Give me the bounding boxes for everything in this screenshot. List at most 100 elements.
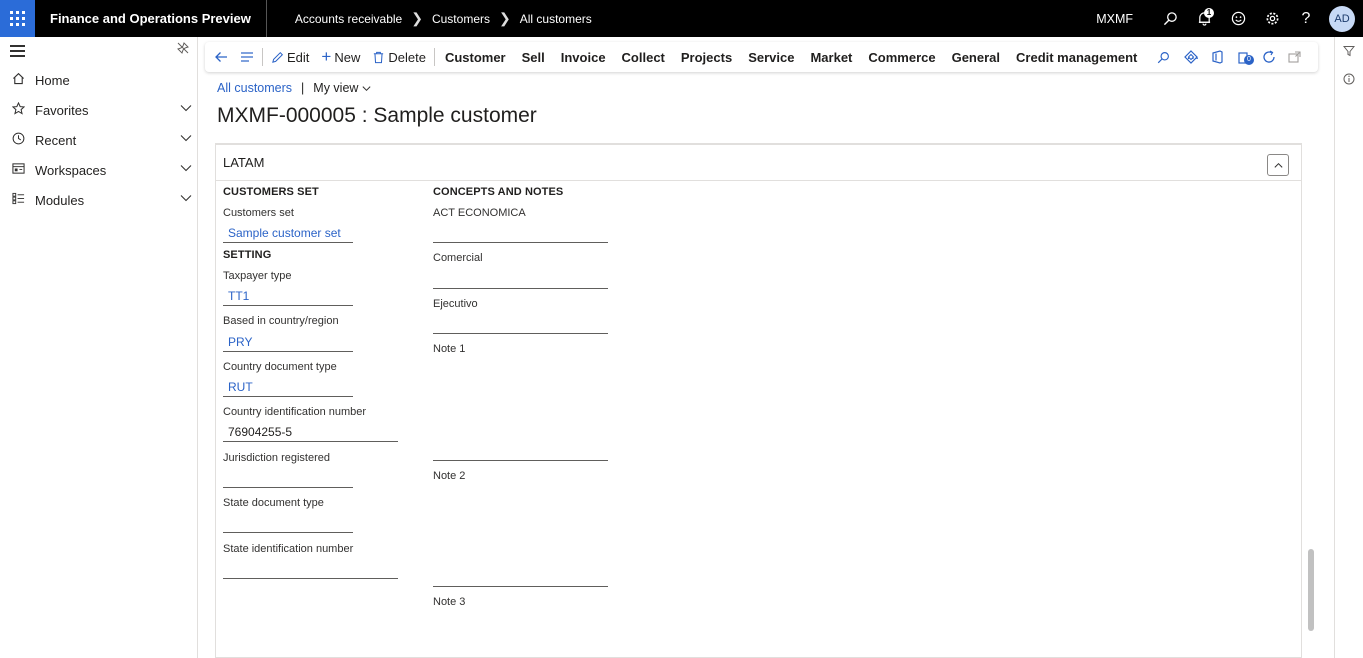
customers-set-label: Customers set bbox=[223, 207, 294, 219]
hamburger-menu-icon[interactable] bbox=[10, 45, 25, 60]
customers-set-field[interactable]: Sample customer set bbox=[223, 224, 353, 243]
tab-projects[interactable]: Projects bbox=[673, 42, 740, 72]
act-economica-field[interactable] bbox=[433, 242, 608, 243]
filter-icon[interactable] bbox=[1335, 37, 1363, 65]
breadcrumb-separator: | bbox=[301, 81, 305, 95]
edit-button[interactable]: Edit bbox=[265, 42, 315, 72]
country-identification-number-field[interactable]: 76904255-5 bbox=[223, 423, 398, 442]
right-rail bbox=[1334, 37, 1363, 658]
nav-favorites[interactable]: Favorites bbox=[0, 95, 197, 125]
refresh-icon[interactable] bbox=[1256, 50, 1282, 64]
note-1-field[interactable] bbox=[433, 460, 608, 461]
nav-label: Home bbox=[35, 72, 70, 88]
jurisdiction-registered-field[interactable] bbox=[223, 487, 353, 488]
chevron-down-icon bbox=[362, 85, 371, 91]
nav-modules[interactable]: Modules bbox=[0, 185, 197, 215]
tab-commerce[interactable]: Commerce bbox=[860, 42, 943, 72]
smiley-icon[interactable] bbox=[1221, 0, 1255, 37]
app-title[interactable]: Finance and Operations Preview bbox=[35, 0, 267, 37]
note-1-label: Note 1 bbox=[433, 343, 466, 355]
tab-customer[interactable]: Customer bbox=[437, 42, 514, 72]
ejecutivo-field[interactable] bbox=[433, 333, 608, 334]
tab-invoice[interactable]: Invoice bbox=[553, 42, 614, 72]
open-new-window-icon[interactable] bbox=[1282, 50, 1308, 64]
state-document-type-label: State document type bbox=[223, 497, 324, 509]
country-document-type-label: Country document type bbox=[223, 361, 337, 373]
avatar[interactable]: AD bbox=[1329, 5, 1355, 32]
tab-collect[interactable]: Collect bbox=[614, 42, 673, 72]
home-icon bbox=[11, 72, 25, 88]
breadcrumb: Accounts receivable ❯ Customers ❯ All cu… bbox=[295, 10, 592, 27]
unpin-icon[interactable] bbox=[177, 42, 189, 57]
taxpayer-type-field[interactable]: TT1 bbox=[223, 287, 353, 306]
chevron-right-icon: ❯ bbox=[411, 10, 423, 26]
new-button[interactable]: + New bbox=[315, 42, 366, 72]
office-icon[interactable] bbox=[1204, 50, 1230, 64]
back-button[interactable] bbox=[205, 42, 234, 72]
nav-label: Favorites bbox=[35, 102, 89, 118]
nav-recent[interactable]: Recent bbox=[0, 125, 197, 155]
breadcrumb-all-customers[interactable]: All customers bbox=[520, 12, 592, 26]
ejecutivo-label: Ejecutivo bbox=[433, 298, 478, 310]
state-document-type-field[interactable] bbox=[223, 532, 353, 533]
attachments-icon[interactable]: 0 bbox=[1230, 50, 1256, 65]
tab-credit-management[interactable]: Credit management bbox=[1008, 42, 1145, 72]
nav-workspaces[interactable]: Workspaces bbox=[0, 155, 197, 185]
notification-badge: 1 bbox=[1204, 8, 1214, 18]
modules-icon bbox=[11, 192, 25, 208]
nav-label: Modules bbox=[35, 192, 85, 208]
tab-general[interactable]: General bbox=[944, 42, 1008, 72]
page-breadcrumb: All customers | My view bbox=[217, 81, 372, 95]
search-icon[interactable] bbox=[1153, 0, 1187, 37]
note-2-label: Note 2 bbox=[433, 470, 466, 482]
info-icon[interactable] bbox=[1335, 65, 1363, 93]
note-2-field[interactable] bbox=[433, 586, 608, 587]
tab-sell[interactable]: Sell bbox=[514, 42, 553, 72]
chevron-down-icon[interactable] bbox=[179, 191, 193, 205]
tab-service[interactable]: Service bbox=[740, 42, 802, 72]
jurisdiction-registered-label: Jurisdiction registered bbox=[223, 452, 330, 464]
country-document-type-field[interactable]: RUT bbox=[223, 378, 353, 397]
chevron-up-icon bbox=[1273, 162, 1283, 168]
chevron-down-icon[interactable] bbox=[179, 101, 193, 115]
new-label: New bbox=[334, 49, 361, 65]
based-in-country-field[interactable]: PRY bbox=[223, 333, 353, 352]
company-picker[interactable]: MXMF bbox=[1096, 12, 1133, 26]
workspaces-icon bbox=[11, 162, 25, 178]
power-apps-icon[interactable] bbox=[1178, 50, 1204, 64]
collapse-button[interactable] bbox=[1267, 154, 1289, 176]
divider bbox=[262, 48, 263, 66]
based-in-country-label: Based in country/region bbox=[223, 315, 339, 327]
page-title: MXMF-000005 : Sample customer bbox=[217, 104, 537, 127]
list-button[interactable] bbox=[234, 42, 260, 72]
country-identification-number-label: Country identification number bbox=[223, 406, 367, 418]
gear-icon[interactable] bbox=[1255, 0, 1289, 37]
action-search-button[interactable] bbox=[1145, 42, 1178, 72]
chevron-down-icon[interactable] bbox=[179, 131, 193, 145]
plus-icon: + bbox=[321, 47, 332, 66]
breadcrumb-accounts-receivable[interactable]: Accounts receivable bbox=[295, 12, 402, 26]
delete-button[interactable]: Delete bbox=[366, 42, 432, 72]
all-customers-link[interactable]: All customers bbox=[217, 81, 292, 95]
state-identification-number-field[interactable] bbox=[223, 578, 398, 579]
nav-label: Recent bbox=[35, 132, 77, 148]
help-icon[interactable]: ? bbox=[1289, 0, 1323, 37]
waffle-icon[interactable] bbox=[0, 0, 35, 37]
comercial-field[interactable] bbox=[433, 288, 608, 289]
vertical-scrollbar[interactable] bbox=[1308, 549, 1314, 631]
nav-home[interactable]: Home bbox=[0, 65, 197, 95]
bell-icon[interactable]: 1 bbox=[1187, 0, 1221, 37]
view-selector[interactable]: My view bbox=[313, 81, 372, 95]
divider bbox=[433, 48, 435, 66]
chevron-down-icon[interactable] bbox=[179, 161, 193, 175]
tab-market[interactable]: Market bbox=[802, 42, 860, 72]
state-identification-number-label: State identification number bbox=[223, 543, 354, 555]
concepts-notes-group-title: CONCEPTS AND NOTES bbox=[433, 186, 564, 198]
back-arrow-icon bbox=[215, 52, 227, 62]
top-bar: Finance and Operations Preview Accounts … bbox=[0, 0, 1363, 37]
breadcrumb-customers[interactable]: Customers bbox=[432, 12, 490, 26]
taxpayer-type-label: Taxpayer type bbox=[223, 270, 292, 282]
fasttab-header[interactable]: LATAM bbox=[216, 145, 1301, 181]
clock-icon bbox=[11, 132, 25, 148]
action-pane: Edit + New Delete Customer Sell Invoice … bbox=[205, 42, 1318, 72]
